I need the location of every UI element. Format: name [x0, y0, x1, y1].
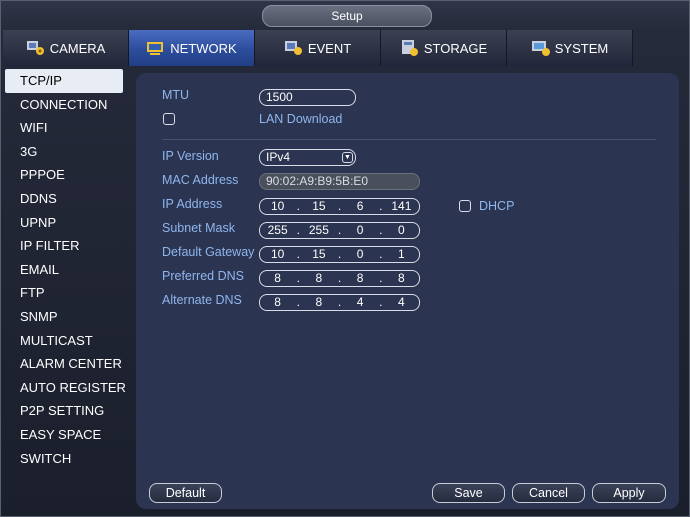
mtu-field[interactable]: 1500 [259, 89, 356, 106]
window-title: Setup [262, 5, 432, 27]
octet[interactable]: 6 [343, 199, 378, 214]
dhcp-checkbox[interactable] [459, 200, 471, 212]
tab-camera[interactable]: CAMERA [3, 30, 129, 66]
save-button[interactable]: Save [432, 483, 505, 503]
lan-download-checkbox[interactable] [163, 113, 175, 125]
alternate-dns-label: Alternate DNS [162, 293, 242, 307]
tab-system[interactable]: SYSTEM [507, 30, 633, 66]
sidebar-item-alarm-center[interactable]: ALARM CENTER [5, 352, 127, 376]
tab-label: EVENT [307, 40, 352, 56]
octet[interactable]: 8 [260, 271, 295, 286]
setup-window: Setup CAMERA NETWORK EVENT STORAGE SYSTE… [0, 0, 690, 517]
sidebar: TCP/IP CONNECTION WIFI 3G PPPOE DDNS UPN… [5, 69, 127, 469]
default-gateway-field[interactable]: 10. 15. 0. 1 [259, 246, 420, 263]
default-button[interactable]: Default [149, 483, 222, 503]
sidebar-item-p2p-setting[interactable]: P2P SETTING [5, 399, 127, 423]
mac-address-field: 90:02:A9:B9:5B:E0 [259, 173, 420, 190]
mtu-label: MTU [162, 88, 190, 102]
subnet-mask-label: Subnet Mask [162, 221, 235, 235]
event-icon [284, 41, 302, 55]
preferred-dns-label: Preferred DNS [162, 269, 244, 283]
octet[interactable]: 10 [260, 247, 295, 262]
octet[interactable]: 0 [343, 247, 378, 262]
chevron-down-icon: ▼ [342, 152, 353, 163]
sidebar-item-3g[interactable]: 3G [5, 140, 127, 164]
octet[interactable]: 15 [301, 199, 336, 214]
network-icon [147, 42, 164, 55]
sidebar-item-pppoe[interactable]: PPPOE [5, 163, 127, 187]
storage-icon [401, 40, 418, 56]
sidebar-item-switch[interactable]: SWITCH [5, 447, 127, 471]
tab-event[interactable]: EVENT [255, 30, 381, 66]
tcpip-panel: MTU 1500 LAN Download IP Version IPv4 ▼ … [136, 73, 679, 509]
octet[interactable]: 8 [384, 271, 419, 286]
octet[interactable]: 10 [260, 199, 295, 214]
apply-button[interactable]: Apply [592, 483, 666, 503]
cancel-button[interactable]: Cancel [512, 483, 585, 503]
alternate-dns-field[interactable]: 8. 8. 4. 4 [259, 294, 420, 311]
octet[interactable]: 4 [343, 295, 378, 310]
ip-version-label: IP Version [162, 149, 219, 163]
sidebar-item-email[interactable]: EMAIL [5, 258, 127, 282]
octet[interactable]: 141 [384, 199, 419, 214]
ip-address-field[interactable]: 10. 15. 6. 141 [259, 198, 420, 215]
tab-label: SYSTEM [554, 40, 609, 56]
divider [162, 139, 656, 140]
subnet-mask-field[interactable]: 255. 255. 0. 0 [259, 222, 420, 239]
tab-label: STORAGE [423, 40, 488, 56]
ip-address-label: IP Address [162, 197, 223, 211]
sidebar-item-wifi[interactable]: WIFI [5, 116, 127, 140]
octet[interactable]: 4 [384, 295, 419, 310]
octet[interactable]: 15 [301, 247, 336, 262]
sidebar-item-ddns[interactable]: DDNS [5, 187, 127, 211]
default-gateway-label: Default Gateway [162, 245, 255, 259]
sidebar-item-connection[interactable]: CONNECTION [5, 93, 127, 117]
octet[interactable]: 8 [343, 271, 378, 286]
octet[interactable]: 255 [301, 223, 336, 238]
tab-label: NETWORK [170, 40, 237, 56]
ip-version-value: IPv4 [266, 150, 291, 164]
tab-network[interactable]: NETWORK [129, 30, 255, 66]
tab-label: CAMERA [49, 40, 106, 56]
sidebar-item-ftp[interactable]: FTP [5, 281, 127, 305]
main-tabs: CAMERA NETWORK EVENT STORAGE SYSTEM [3, 30, 689, 66]
sidebar-item-multicast[interactable]: MULTICAST [5, 329, 127, 353]
system-icon [531, 41, 550, 56]
octet[interactable]: 8 [301, 271, 336, 286]
octet[interactable]: 0 [343, 223, 378, 238]
octet[interactable]: 8 [301, 295, 336, 310]
octet[interactable]: 1 [384, 247, 419, 262]
sidebar-item-auto-register[interactable]: AUTO REGISTER [5, 376, 127, 400]
sidebar-item-tcpip[interactable]: TCP/IP [5, 69, 123, 93]
sidebar-item-upnp[interactable]: UPNP [5, 211, 127, 235]
ip-version-select[interactable]: IPv4 ▼ [259, 149, 356, 166]
lan-download-label: LAN Download [259, 112, 343, 126]
dhcp-label: DHCP [479, 199, 515, 213]
octet[interactable]: 255 [260, 223, 295, 238]
preferred-dns-field[interactable]: 8. 8. 8. 8 [259, 270, 420, 287]
mac-address-label: MAC Address [162, 173, 239, 187]
octet[interactable]: 0 [384, 223, 419, 238]
octet[interactable]: 8 [260, 295, 295, 310]
sidebar-item-ip-filter[interactable]: IP FILTER [5, 234, 127, 258]
tab-storage[interactable]: STORAGE [381, 30, 507, 66]
sidebar-item-snmp[interactable]: SNMP [5, 305, 127, 329]
sidebar-item-easy-space[interactable]: EASY SPACE [5, 423, 127, 447]
camera-settings-icon [26, 41, 44, 55]
